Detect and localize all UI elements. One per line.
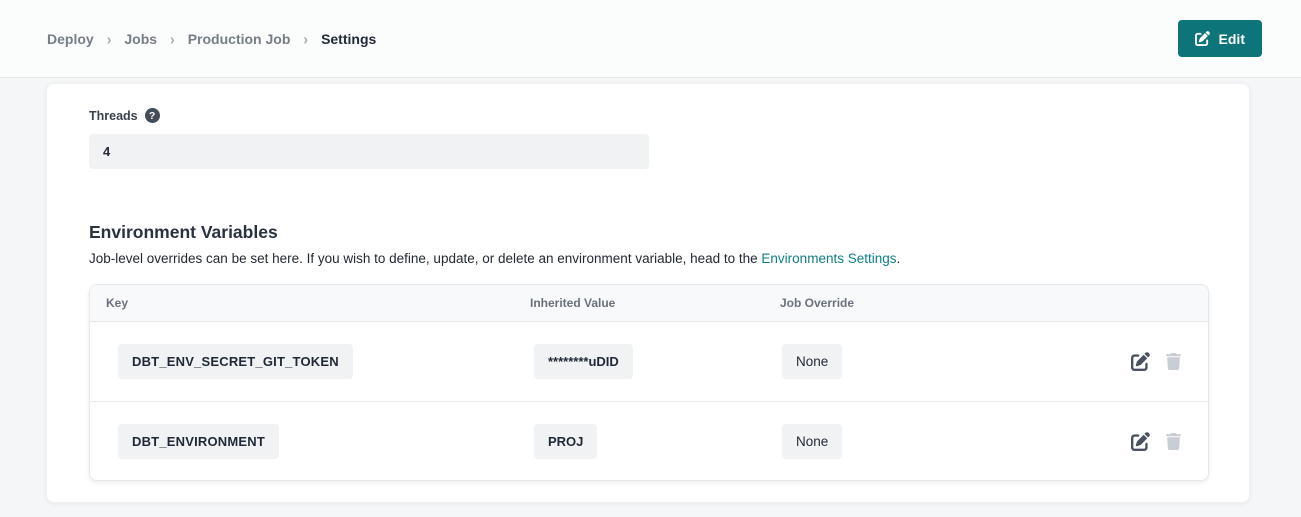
job-settings-card: Threads ? 4 Environment Variables Job-le…	[46, 83, 1250, 503]
edit-pencil-icon	[1131, 432, 1150, 451]
help-icon[interactable]: ?	[145, 108, 160, 123]
column-header-inherited-value: Inherited Value	[530, 296, 780, 310]
chevron-right-icon: ›	[107, 29, 112, 47]
description-text: Job-level overrides can be set here. If …	[89, 251, 761, 266]
description-period: .	[897, 251, 901, 266]
top-navigation-bar: Deploy › Jobs › Production Job › Setting…	[0, 0, 1301, 78]
breadcrumb-deploy[interactable]: Deploy	[47, 31, 94, 47]
page-body: Threads ? 4 Environment Variables Job-le…	[0, 78, 1301, 503]
threads-field: Threads ? 4	[89, 108, 1249, 169]
edit-button[interactable]: Edit	[1178, 20, 1262, 57]
inherited-value-chip: PROJ	[534, 424, 597, 459]
trash-icon	[1165, 433, 1182, 450]
breadcrumb-production-job[interactable]: Production Job	[188, 31, 291, 47]
table-row: DBT_ENVIRONMENT PROJ None	[90, 401, 1208, 480]
threads-input[interactable]: 4	[89, 134, 649, 169]
breadcrumb: Deploy › Jobs › Production Job › Setting…	[47, 31, 376, 47]
delete-row-button[interactable]	[1165, 353, 1182, 370]
edit-pencil-icon	[1195, 31, 1210, 46]
env-vars-description: Job-level overrides can be set here. If …	[89, 251, 1249, 266]
edit-pencil-icon	[1131, 352, 1150, 371]
edit-row-button[interactable]	[1131, 352, 1150, 371]
breadcrumb-settings: Settings	[321, 31, 376, 47]
breadcrumb-jobs[interactable]: Jobs	[124, 31, 157, 47]
table-header-row: Key Inherited Value Job Override	[90, 285, 1208, 322]
job-override-chip: None	[782, 344, 842, 379]
trash-icon	[1165, 353, 1182, 370]
inherited-value-chip: ********uDID	[534, 344, 633, 379]
chevron-right-icon: ›	[303, 29, 308, 47]
env-vars-title: Environment Variables	[89, 222, 1249, 243]
table-row: DBT_ENV_SECRET_GIT_TOKEN ********uDID No…	[90, 322, 1208, 401]
column-header-key: Key	[106, 296, 530, 310]
env-key-chip: DBT_ENVIRONMENT	[118, 424, 279, 459]
column-header-job-override: Job Override	[780, 296, 1102, 310]
env-key-chip: DBT_ENV_SECRET_GIT_TOKEN	[118, 344, 353, 379]
chevron-right-icon: ›	[170, 29, 175, 47]
job-override-chip: None	[782, 424, 842, 459]
threads-label: Threads	[89, 109, 138, 123]
environments-settings-link[interactable]: Environments Settings	[761, 251, 896, 266]
edit-button-label: Edit	[1219, 31, 1245, 47]
delete-row-button[interactable]	[1165, 433, 1182, 450]
edit-row-button[interactable]	[1131, 432, 1150, 451]
env-vars-table: Key Inherited Value Job Override DBT_ENV…	[89, 284, 1209, 481]
